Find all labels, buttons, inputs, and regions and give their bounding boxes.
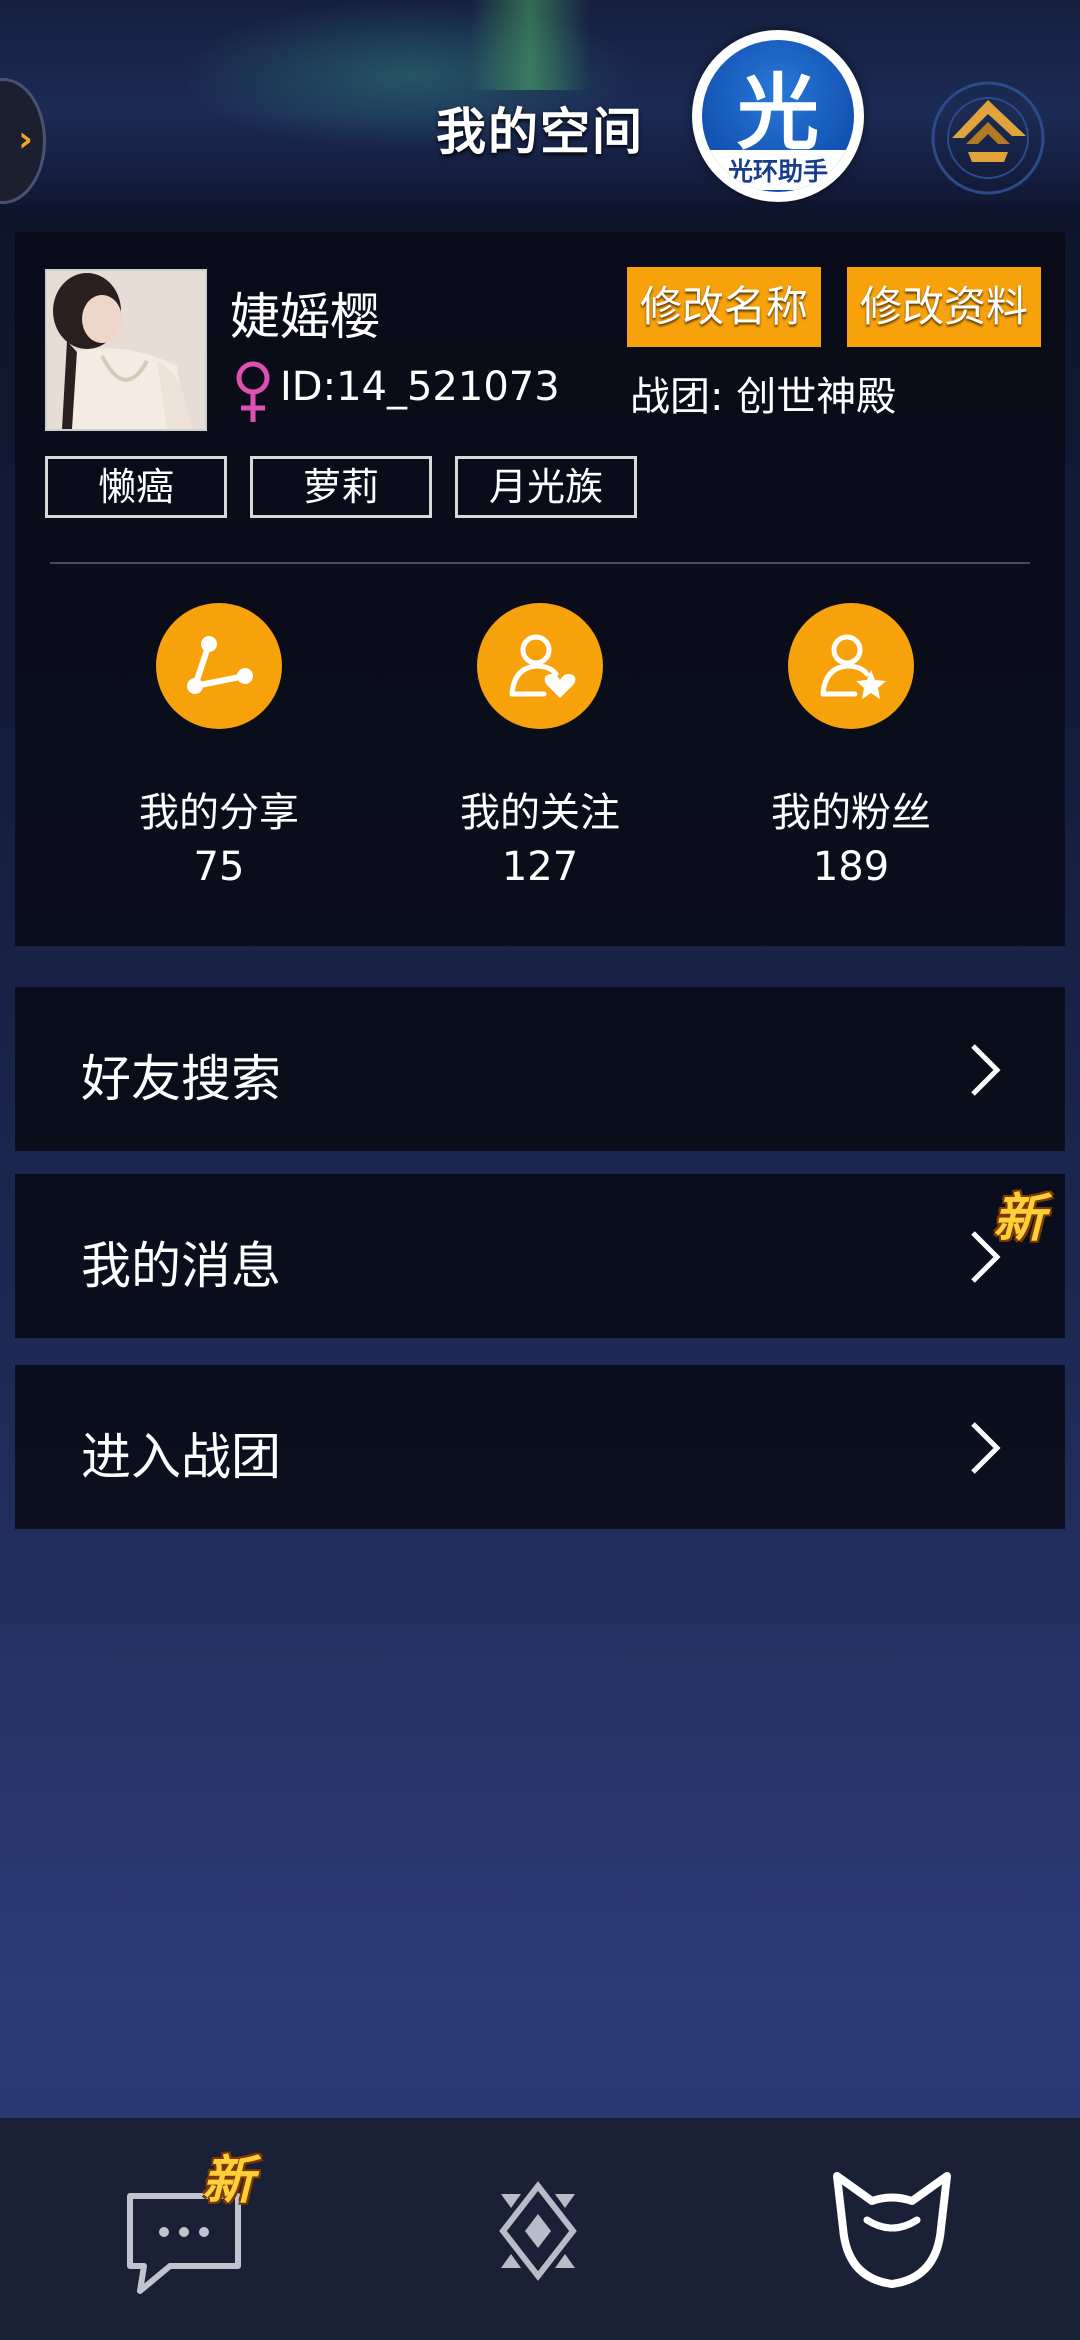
avatar-image <box>47 271 205 429</box>
rename-button[interactable]: 修改名称 <box>627 267 821 347</box>
home-icon[interactable] <box>928 78 1048 198</box>
profile-tag: 萝莉 <box>250 456 432 518</box>
enter-team-row[interactable]: 进入战团 <box>15 1365 1065 1529</box>
username: 婕媱樱 <box>230 288 380 346</box>
my-shares-button[interactable] <box>156 603 282 729</box>
menu-label: 好友搜索 <box>81 1050 281 1108</box>
stat-label-fans: 我的粉丝 <box>771 790 931 836</box>
chevron-right-icon <box>971 1422 1001 1474</box>
stat-value-follows: 127 <box>501 844 579 890</box>
halo-assistant-button[interactable]: 光 光环助手 <box>692 30 864 202</box>
assistant-label: 光环助手 <box>702 150 854 190</box>
cat-face-icon[interactable] <box>817 2156 967 2306</box>
profile-card: 婕媱樱 ID:14_521073 战团: 创世神殿 修改名称 修改资料 懒癌 萝… <box>15 232 1065 946</box>
page-title: 我的空间 <box>436 103 644 161</box>
my-follows-button[interactable] <box>477 603 603 729</box>
profile-tag: 懒癌 <box>45 456 227 518</box>
user-heart-icon <box>509 634 576 698</box>
stat-label-shares: 我的分享 <box>139 790 299 836</box>
background-glow <box>470 0 590 90</box>
share-icon <box>187 636 253 694</box>
top-bar: › 我的空间 光 光环助手 <box>0 0 1080 205</box>
female-gender-icon <box>236 361 270 422</box>
team-name[interactable]: 战团: 创世神殿 <box>630 364 896 422</box>
my-messages-row[interactable]: 我的消息 新 <box>15 1174 1065 1338</box>
stat-label-follows: 我的关注 <box>460 790 620 836</box>
my-fans-button[interactable] <box>788 603 914 729</box>
user-star-icon <box>820 634 886 699</box>
avatar[interactable] <box>45 269 207 431</box>
diamond-icon[interactable] <box>463 2156 613 2306</box>
friend-search-row[interactable]: 好友搜索 <box>15 987 1065 1151</box>
new-badge: 新 <box>993 1189 1046 1249</box>
assistant-logo-text: 光 <box>736 66 819 161</box>
bottom-nav: 新 <box>0 2118 1080 2340</box>
menu-label: 进入战团 <box>81 1428 281 1486</box>
chevron-right-icon <box>971 1044 1001 1096</box>
profile-tag: 月光族 <box>455 456 637 518</box>
stat-value-fans: 189 <box>812 844 890 890</box>
edit-profile-button[interactable]: 修改资料 <box>847 267 1041 347</box>
user-id: ID:14_521073 <box>280 364 560 410</box>
stat-value-shares: 75 <box>193 844 245 890</box>
divider <box>50 562 1030 564</box>
chat-new-badge: 新 <box>202 2151 255 2211</box>
menu-label: 我的消息 <box>81 1237 281 1295</box>
